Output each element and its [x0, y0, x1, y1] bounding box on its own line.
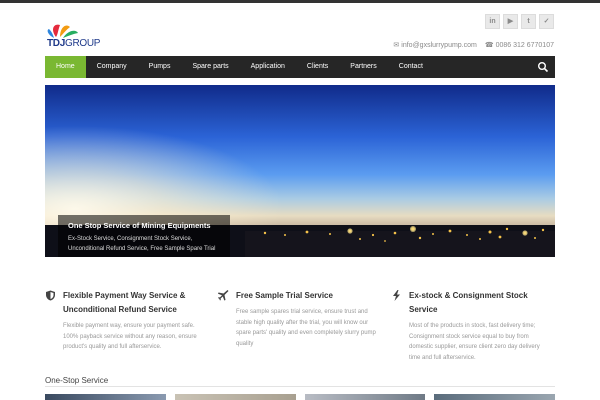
service-thumb[interactable]	[45, 394, 166, 400]
logo-group: GROUP	[65, 38, 101, 49]
nav-partners[interactable]: Partners	[339, 56, 387, 78]
section-title: One-Stop Service	[45, 376, 109, 385]
contact-phone-wrap: ☎ 0086 312 6770107	[485, 41, 554, 49]
plane-icon	[218, 290, 229, 301]
feature-ex-stock: Ex-stock & Consignment Stock Service Mos…	[391, 289, 551, 363]
tumblr-icon[interactable]: t	[521, 14, 536, 29]
nav-application[interactable]: Application	[240, 56, 296, 78]
social-links: in ▶ t ✓	[485, 14, 554, 29]
logo-brand: TDJ	[47, 38, 65, 49]
nav-home[interactable]: Home	[45, 56, 86, 78]
feature-description: Free sample spares trial service, ensure…	[236, 309, 376, 347]
feature-title: Free Sample Trial Service	[236, 291, 333, 300]
shield-icon	[46, 290, 55, 301]
nav-pumps[interactable]: Pumps	[138, 56, 182, 78]
nav-spare-parts[interactable]: Spare parts	[181, 56, 239, 78]
envelope-icon: ✉	[393, 42, 400, 49]
feature-description: Flexible payment way, ensure your paymen…	[63, 323, 197, 350]
nav-company[interactable]: Company	[86, 56, 138, 78]
feature-title: Flexible Payment Way Service & Unconditi…	[63, 291, 186, 314]
contact-phone: 0086 312 6770107	[495, 42, 554, 49]
contact-info: ✉ info@gxslurrypump.com ☎ 0086 312 6770107	[393, 41, 554, 49]
linkedin-icon[interactable]: in	[485, 14, 500, 29]
contact-email: info@gxslurrypump.com	[401, 42, 477, 49]
hero-description: Ex-Stock Service, Consignment Stock Serv…	[68, 236, 216, 252]
service-thumbnails	[45, 394, 555, 400]
main-nav: Home Company Pumps Spare parts Applicati…	[45, 56, 555, 78]
feature-description: Most of the products in stock, fast deli…	[409, 323, 540, 361]
top-bar	[0, 0, 600, 3]
section-divider	[45, 386, 555, 387]
service-thumb[interactable]	[174, 394, 296, 400]
service-thumb[interactable]	[434, 394, 555, 400]
feature-payment: Flexible Payment Way Service & Unconditi…	[45, 289, 205, 353]
logo-text[interactable]: TDJGROUP	[47, 38, 100, 49]
hero-title: One Stop Service of Mining Equipments	[68, 221, 211, 230]
feature-sample-trial: Free Sample Trial Service Free sample sp…	[218, 289, 378, 349]
service-thumb[interactable]	[304, 394, 426, 400]
nav-clients[interactable]: Clients	[296, 56, 339, 78]
twitter-icon[interactable]: ✓	[539, 14, 554, 29]
feature-title: Ex-stock & Consignment Stock Service	[409, 291, 528, 314]
hero-caption: One Stop Service of Mining Equipments Ex…	[58, 215, 230, 257]
bolt-icon	[393, 290, 400, 301]
youtube-icon[interactable]: ▶	[503, 14, 518, 29]
hero-city-lights	[245, 226, 555, 257]
phone-icon: ☎	[484, 42, 494, 49]
contact-email-wrap[interactable]: ✉ info@gxslurrypump.com	[393, 41, 476, 49]
nav-contact[interactable]: Contact	[388, 56, 434, 78]
search-icon[interactable]	[537, 61, 549, 73]
